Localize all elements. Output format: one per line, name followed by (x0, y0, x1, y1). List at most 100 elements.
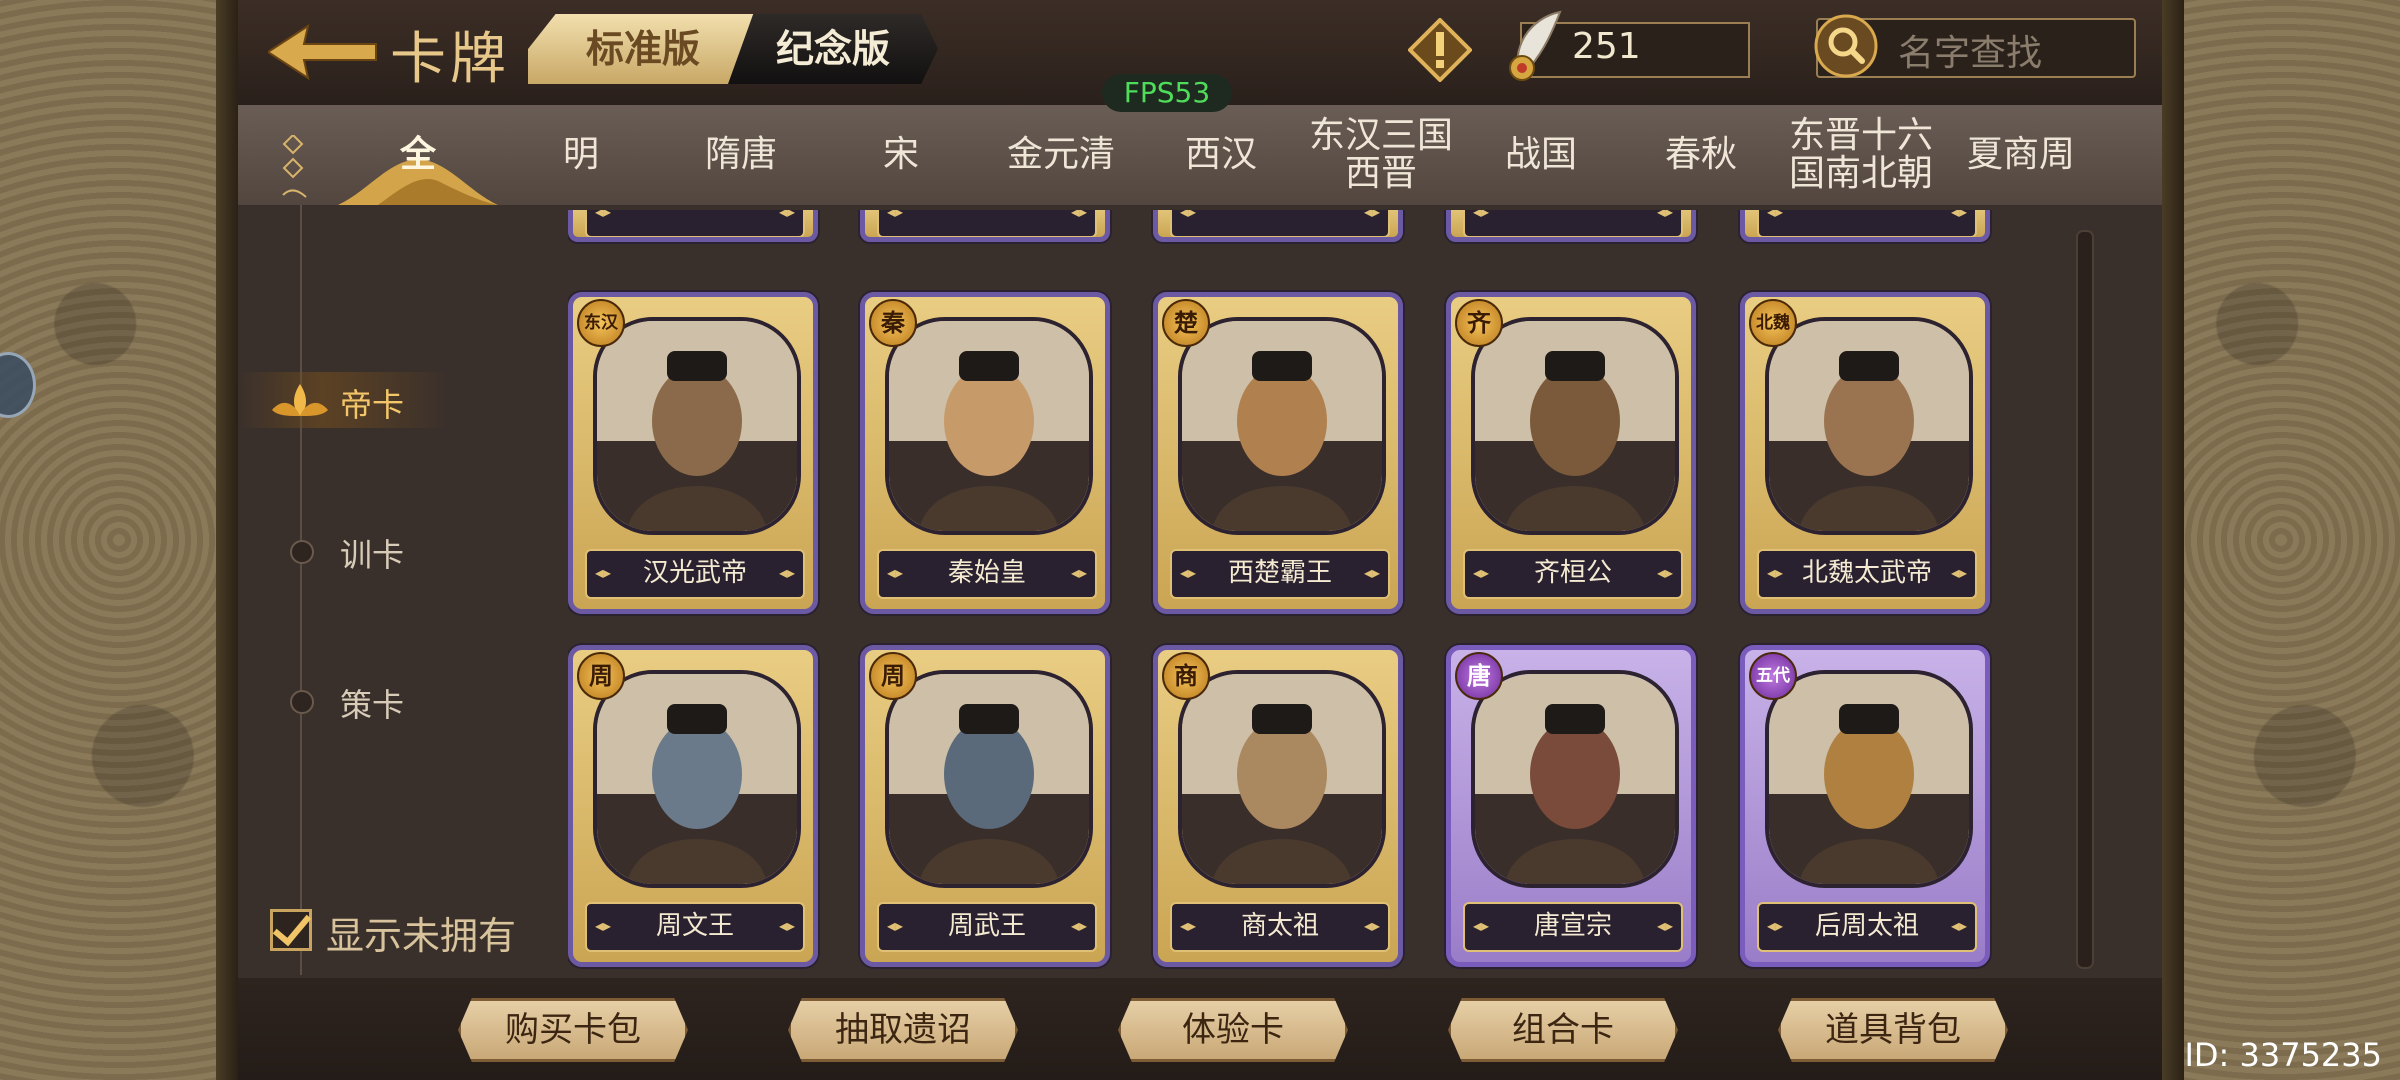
card-partial[interactable] (1446, 210, 1696, 242)
lotus-icon (272, 384, 328, 416)
combo-card-button[interactable]: 组合卡 (1448, 998, 1678, 1062)
hero-portrait-image (597, 321, 797, 531)
resource-value: 251 (1572, 26, 1641, 67)
dynasty-badge: 唐 (1455, 652, 1503, 700)
card-nameplate: 后周太祖 (1757, 902, 1977, 952)
show-unowned-checkbox[interactable] (270, 909, 312, 951)
hero-card[interactable]: 齐齐桓公 (1446, 292, 1696, 614)
card-panel: 卡牌 标准版 纪念版 251 名字查找 FPS53 全 明 隋唐 宋 金元清 西… (238, 0, 2162, 1080)
tab-standard-version[interactable]: 标准版 (528, 14, 758, 84)
card-nameplate (585, 210, 805, 237)
menu-dot-icon (290, 690, 314, 714)
side-item-strategy[interactable]: 策卡 (238, 672, 448, 728)
hero-card[interactable]: 北魏北魏太武帝 (1740, 292, 1990, 614)
hero-card[interactable]: 东汉汉光武帝 (568, 292, 818, 614)
back-arrow-icon[interactable] (268, 22, 378, 82)
hero-card[interactable]: 周周武王 (860, 645, 1110, 967)
side-item-label: 策卡 (340, 686, 405, 724)
hero-portrait-image (1182, 321, 1382, 531)
trial-card-button[interactable]: 体验卡 (1118, 998, 1348, 1062)
card-partial[interactable] (568, 210, 818, 242)
card-nameplate: 汉光武帝 (585, 549, 805, 599)
side-menu-line (300, 205, 302, 975)
card-nameplate: 秦始皇 (877, 549, 1097, 599)
era-tab-ming[interactable]: 明 (501, 105, 661, 205)
hero-portrait (1471, 670, 1679, 888)
hero-card[interactable]: 商商太祖 (1153, 645, 1403, 967)
dynasty-badge: 楚 (1162, 299, 1210, 347)
dynasty-badge: 东汉 (577, 299, 625, 347)
card-nameplate (1170, 210, 1390, 237)
card-nameplate: 西楚霸王 (1170, 549, 1390, 599)
era-tab-zhanguo[interactable]: 战国 (1461, 105, 1621, 205)
dynasty-badge: 秦 (869, 299, 917, 347)
era-tab-all[interactable]: 全 (338, 105, 498, 205)
tab-commemorative-version[interactable]: 纪念版 (728, 14, 938, 84)
hero-portrait-image (1475, 321, 1675, 531)
page-title: 卡牌 (390, 27, 510, 92)
hero-card[interactable]: 楚西楚霸王 (1153, 292, 1403, 614)
buy-card-pack-button[interactable]: 购买卡包 (458, 998, 688, 1062)
card-nameplate: 唐宣宗 (1463, 902, 1683, 952)
era-tab-xiashangzhou[interactable]: 夏商周 (1941, 105, 2101, 205)
show-unowned-label: 显示未拥有 (326, 914, 517, 958)
card-nameplate (1757, 210, 1977, 237)
hero-portrait-image (1182, 674, 1382, 884)
dynasty-badge: 商 (1162, 652, 1210, 700)
hero-portrait (885, 317, 1093, 535)
bottom-bar: 购买卡包 抽取遗诏 体验卡 组合卡 道具背包 (238, 978, 2162, 1080)
hero-card[interactable]: 五代后周太祖 (1740, 645, 1990, 967)
hero-portrait (1178, 317, 1386, 535)
card-partial[interactable] (1740, 210, 1990, 242)
hero-portrait (1471, 317, 1679, 535)
hero-card[interactable]: 周周文王 (568, 645, 818, 967)
hero-portrait (1765, 317, 1973, 535)
dynasty-badge: 北魏 (1749, 299, 1797, 347)
era-tab-song[interactable]: 宋 (821, 105, 981, 205)
player-id: ID: 3375235 (2184, 1036, 2382, 1074)
card-nameplate (1463, 210, 1683, 237)
side-item-label: 训卡 (340, 536, 405, 574)
hero-portrait (1765, 670, 1973, 888)
side-item-label: 帝卡 (340, 386, 405, 424)
hero-portrait (593, 670, 801, 888)
side-item-training[interactable]: 训卡 (238, 522, 448, 578)
feather-token-icon (1509, 10, 1562, 81)
hero-portrait (885, 670, 1093, 888)
draw-edict-button[interactable]: 抽取遗诏 (788, 998, 1018, 1062)
hero-portrait-image (889, 674, 1089, 884)
grid-scrollbar[interactable] (2076, 230, 2094, 969)
era-tab-dongjin-nanbeichao[interactable]: 东晋十六 国南北朝 (1781, 105, 1941, 205)
era-tab-bar: 全 明 隋唐 宋 金元清 西汉 东汉三国 西晋 战国 春秋 东晋十六 国南北朝 … (238, 105, 2162, 205)
era-tab-donghan-sanguo[interactable]: 东汉三国 西晋 (1301, 105, 1461, 205)
card-nameplate: 齐桓公 (1463, 549, 1683, 599)
hero-card[interactable]: 秦秦始皇 (860, 292, 1110, 614)
hero-card[interactable]: 唐唐宣宗 (1446, 645, 1696, 967)
era-tab-chunqiu[interactable]: 春秋 (1621, 105, 1781, 205)
dynasty-badge: 周 (577, 652, 625, 700)
item-bag-button[interactable]: 道具背包 (1778, 998, 2008, 1062)
alert-icon[interactable] (1408, 18, 1472, 82)
fps-counter: FPS53 (1102, 74, 1232, 112)
hero-portrait-image (1475, 674, 1675, 884)
era-tab-xihan[interactable]: 西汉 (1141, 105, 1301, 205)
version-tabs: 标准版 纪念版 (528, 14, 938, 84)
dynasty-badge: 周 (869, 652, 917, 700)
card-nameplate: 商太祖 (1170, 902, 1390, 952)
side-item-emperor[interactable]: 帝卡 (238, 372, 448, 428)
search-icon[interactable] (1814, 14, 1878, 78)
hero-portrait-image (1769, 321, 1969, 531)
era-tab-suitang[interactable]: 隋唐 (661, 105, 821, 205)
card-grid: 东汉汉光武帝秦秦始皇楚西楚霸王齐齐桓公北魏北魏太武帝周周文王周周武王商商太祖唐唐… (568, 210, 2268, 980)
dynasty-badge: 齐 (1455, 299, 1503, 347)
card-nameplate: 周武王 (877, 902, 1097, 952)
hero-portrait (593, 317, 801, 535)
card-nameplate: 北魏太武帝 (1757, 549, 1977, 599)
diamond-ornament-icon (282, 135, 307, 198)
dynasty-badge: 五代 (1749, 652, 1797, 700)
card-partial[interactable] (860, 210, 1110, 242)
hero-portrait (1178, 670, 1386, 888)
card-nameplate: 周文王 (585, 902, 805, 952)
card-partial[interactable] (1153, 210, 1403, 242)
era-tab-jinyuanqing[interactable]: 金元清 (981, 105, 1141, 205)
